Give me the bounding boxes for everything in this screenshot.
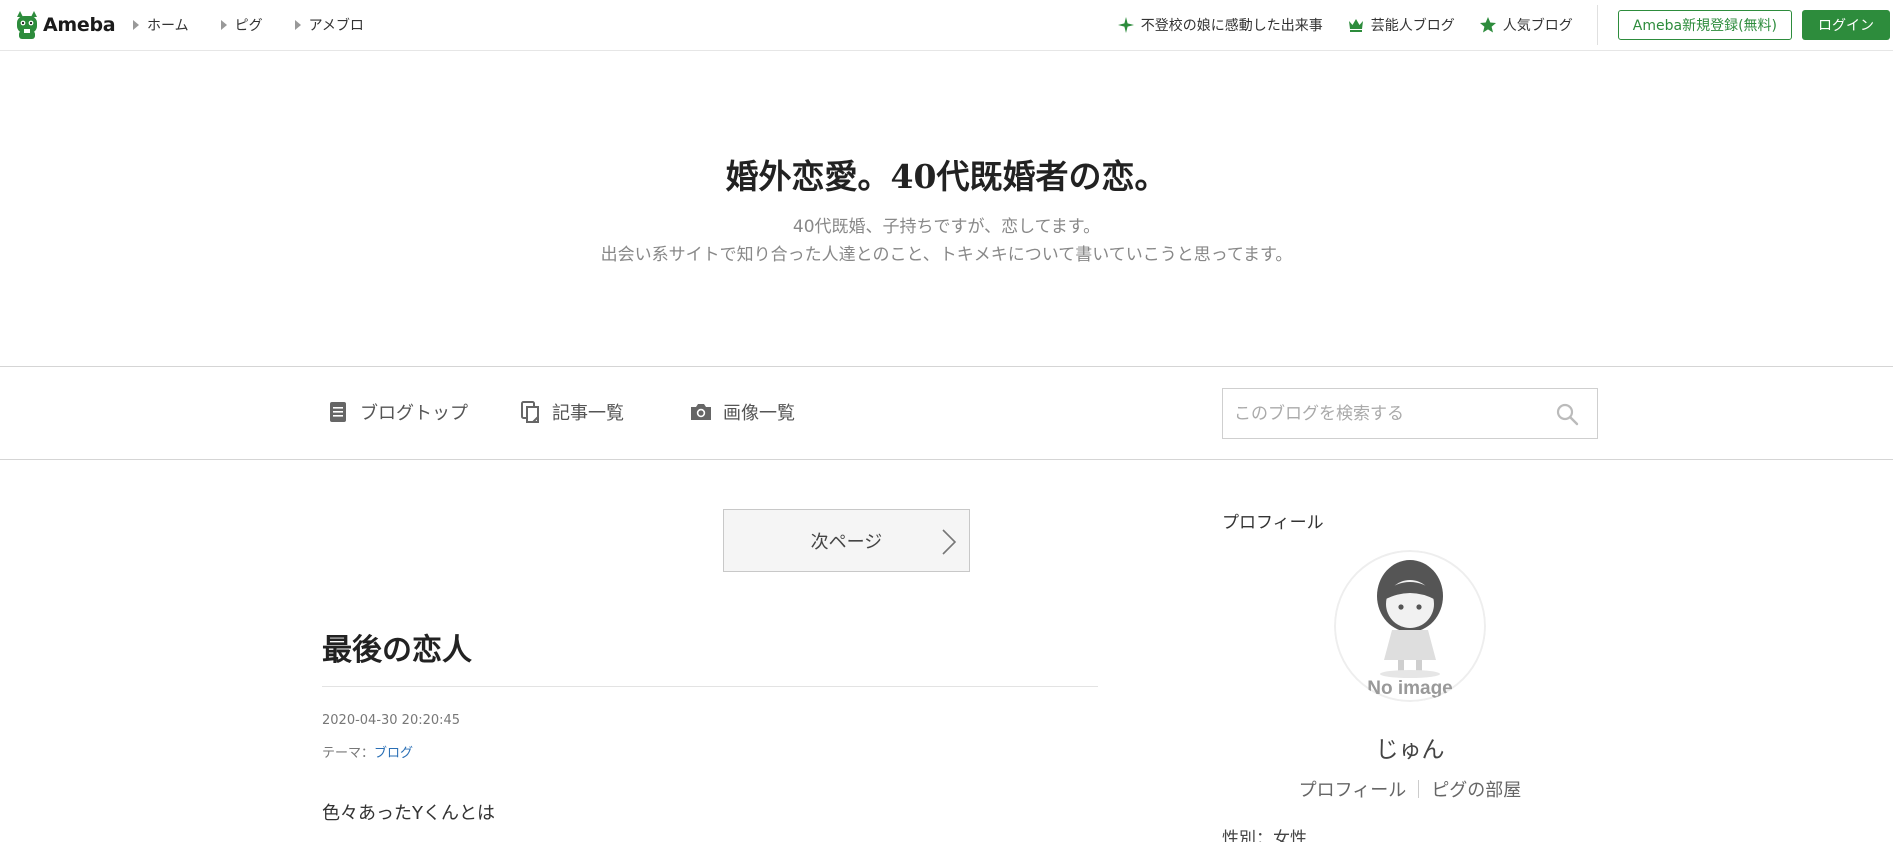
ameba-logo[interactable]: Ameba bbox=[14, 9, 116, 41]
article-list-link[interactable]: 記事一覧 bbox=[518, 399, 624, 425]
top-header: Ameba ホーム ピグ アメブロ 不登校の娘に感動した出来事 芸能人ブログ 人… bbox=[0, 0, 1893, 51]
post-theme-label: テーマ： bbox=[322, 746, 375, 761]
trending-topic-label: 不登校の娘に感動した出来事 bbox=[1140, 18, 1323, 34]
popular-blog-link[interactable]: 人気ブログ bbox=[1479, 15, 1573, 35]
star-icon bbox=[1479, 17, 1496, 33]
post-theme-link[interactable]: ブログ bbox=[374, 746, 413, 761]
nav-item-label: ピグ bbox=[234, 18, 263, 34]
post-body: 色々あったYくんとは bbox=[322, 799, 495, 829]
next-page-button[interactable]: 次ページ bbox=[723, 509, 970, 572]
caret-right-icon bbox=[133, 20, 139, 30]
blog-top-label: ブログトップ bbox=[360, 403, 468, 424]
nav-item-label: ホーム bbox=[147, 18, 189, 34]
popular-blog-label: 人気ブログ bbox=[1502, 18, 1573, 34]
no-image-avatar-icon: No image bbox=[1334, 550, 1486, 702]
blog-description-line: 40代既婚、子持ちですが、恋してます。 bbox=[792, 217, 1101, 237]
blog-top-link[interactable]: ブログトップ bbox=[326, 399, 468, 425]
blog-title[interactable]: 婚外恋愛。40代既婚者の恋。 bbox=[0, 150, 1893, 198]
avatar[interactable]: No image bbox=[1334, 550, 1486, 702]
nav-item-ameblo[interactable]: アメブロ bbox=[294, 15, 364, 35]
profile-gender: 性別：女性 bbox=[1222, 829, 1307, 842]
blog-description-line: 出会い系サイトで知り合った人達とのこと、トキメキについて書いていこうと思ってます… bbox=[600, 245, 1293, 265]
header-right: 不登校の娘に感動した出来事 芸能人ブログ 人気ブログ Ameba新規登録(無料)… bbox=[1117, 0, 1893, 50]
login-button[interactable]: ログイン bbox=[1802, 10, 1890, 40]
copy-icon bbox=[521, 401, 539, 423]
register-button[interactable]: Ameba新規登録(無料) bbox=[1617, 10, 1792, 40]
celebrity-blog-label: 芸能人ブログ bbox=[1370, 18, 1455, 34]
profile-link[interactable]: プロフィール bbox=[1299, 776, 1407, 802]
trending-topic-link[interactable]: 不登校の娘に感動した出来事 bbox=[1117, 15, 1323, 35]
chevron-right-icon bbox=[942, 529, 957, 555]
sidebar-profile-heading: プロフィール bbox=[1222, 513, 1324, 533]
post-body-line: 色々あったYくんとは bbox=[322, 803, 495, 824]
post-datetime: 2020-04-30 20:20:45 bbox=[322, 713, 461, 728]
caret-right-icon bbox=[220, 20, 227, 30]
blog-search-input[interactable] bbox=[1223, 389, 1543, 438]
nav-item-label: アメブロ bbox=[308, 18, 364, 34]
search-icon[interactable] bbox=[1555, 402, 1579, 426]
image-list-label: 画像一覧 bbox=[723, 403, 795, 424]
post-title-divider bbox=[322, 686, 1098, 687]
article-list-label: 記事一覧 bbox=[552, 403, 624, 424]
nav-item-pigg[interactable]: ピグ bbox=[220, 15, 263, 35]
image-list-link[interactable]: 画像一覧 bbox=[689, 399, 795, 425]
ameba-mascot-icon bbox=[17, 11, 37, 39]
celebrity-blog-link[interactable]: 芸能人ブログ bbox=[1347, 15, 1455, 35]
pigg-room-link[interactable]: ピグの部屋 bbox=[1431, 776, 1521, 802]
profile-links-separator bbox=[1418, 780, 1420, 798]
header-divider bbox=[1596, 5, 1598, 45]
global-nav: ホーム ピグ アメブロ bbox=[133, 0, 396, 50]
nav-item-home[interactable]: ホーム bbox=[133, 15, 189, 35]
sparkle-icon bbox=[1117, 17, 1134, 33]
post-title[interactable]: 最後の恋人 bbox=[322, 625, 472, 669]
profile-links: プロフィール ピグの部屋 bbox=[1222, 776, 1598, 802]
document-icon bbox=[330, 402, 346, 422]
camera-icon bbox=[691, 404, 711, 420]
blog-nav: ブログトップ 記事一覧 画像一覧 bbox=[0, 366, 1893, 460]
crown-icon bbox=[1348, 19, 1363, 32]
post-theme: テーマ：ブログ bbox=[322, 742, 413, 761]
caret-right-icon bbox=[294, 20, 301, 30]
next-page-label: 次ページ bbox=[810, 531, 883, 553]
profile-name: じゅん bbox=[1375, 737, 1445, 763]
blog-search bbox=[1222, 388, 1598, 439]
logo-text: Ameba bbox=[43, 14, 116, 36]
no-image-label: No image bbox=[1367, 678, 1453, 699]
blog-description: 40代既婚、子持ちですが、恋してます。 出会い系サイトで知り合った人達とのこと、… bbox=[0, 213, 1893, 269]
